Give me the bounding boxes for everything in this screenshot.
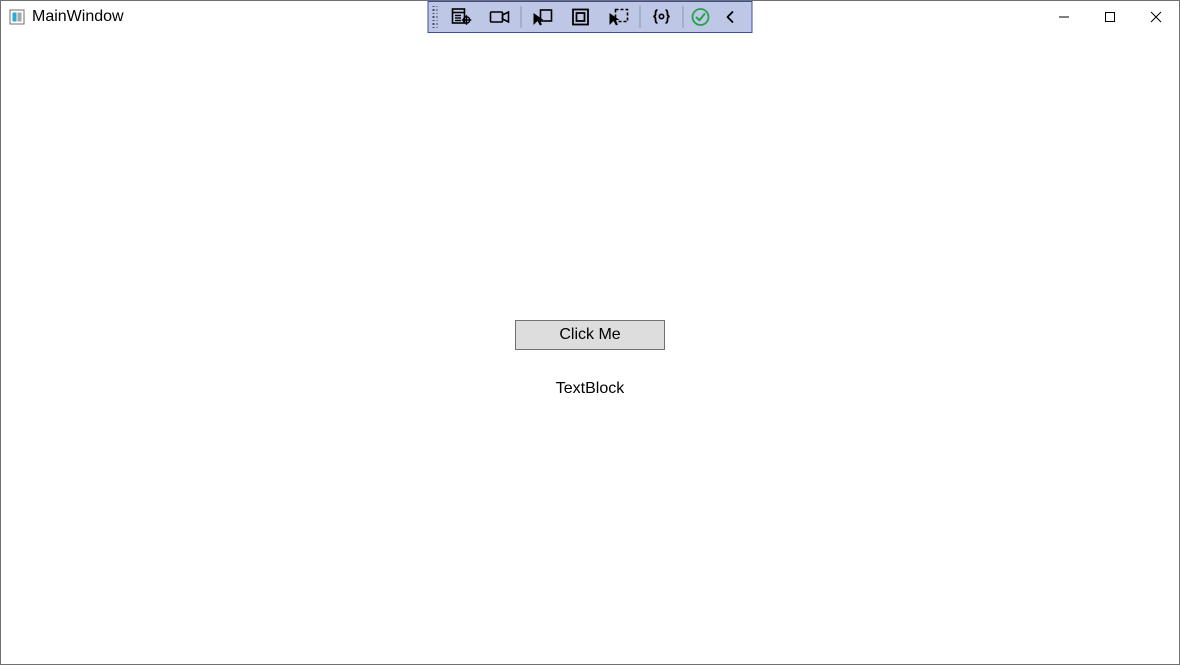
recorder-button[interactable] (481, 3, 519, 31)
toolbar-separator (683, 6, 684, 28)
display-layout-adorners-button[interactable] (562, 3, 600, 31)
binding-diagnostics-button[interactable] (643, 3, 681, 31)
tree-target-icon (451, 7, 473, 27)
braces-dot-icon (651, 7, 673, 27)
cursor-square-dashed-icon (608, 7, 630, 27)
close-button[interactable] (1133, 1, 1179, 33)
toolbar-grip[interactable] (431, 4, 439, 30)
client-area: Click Me TextBlock (2, 34, 1178, 663)
text-block: TextBlock (556, 380, 624, 398)
app-icon (9, 9, 25, 25)
go-to-live-visual-tree-button[interactable] (443, 3, 481, 31)
toolbar-separator (521, 6, 522, 28)
debug-toolbar[interactable] (428, 1, 753, 33)
video-icon (489, 8, 511, 26)
app-window: MainWindow (0, 0, 1180, 665)
cursor-box-icon (532, 7, 554, 27)
window-title: MainWindow (32, 8, 124, 26)
click-me-button[interactable]: Click Me (515, 320, 665, 350)
check-circle-icon (691, 7, 711, 27)
hot-reload-button[interactable] (686, 3, 716, 31)
maximize-button[interactable] (1087, 1, 1133, 33)
square-icon (571, 7, 591, 27)
caption-buttons (1041, 1, 1179, 33)
track-focused-element-button[interactable] (600, 3, 638, 31)
title-bar-left: MainWindow (9, 8, 124, 26)
toolbar-separator (640, 6, 641, 28)
chevron-left-icon (724, 9, 738, 25)
content-stack: Click Me TextBlock (515, 320, 665, 398)
select-element-button[interactable] (524, 3, 562, 31)
minimize-button[interactable] (1041, 1, 1087, 33)
collapse-toolbar-button[interactable] (716, 3, 746, 31)
